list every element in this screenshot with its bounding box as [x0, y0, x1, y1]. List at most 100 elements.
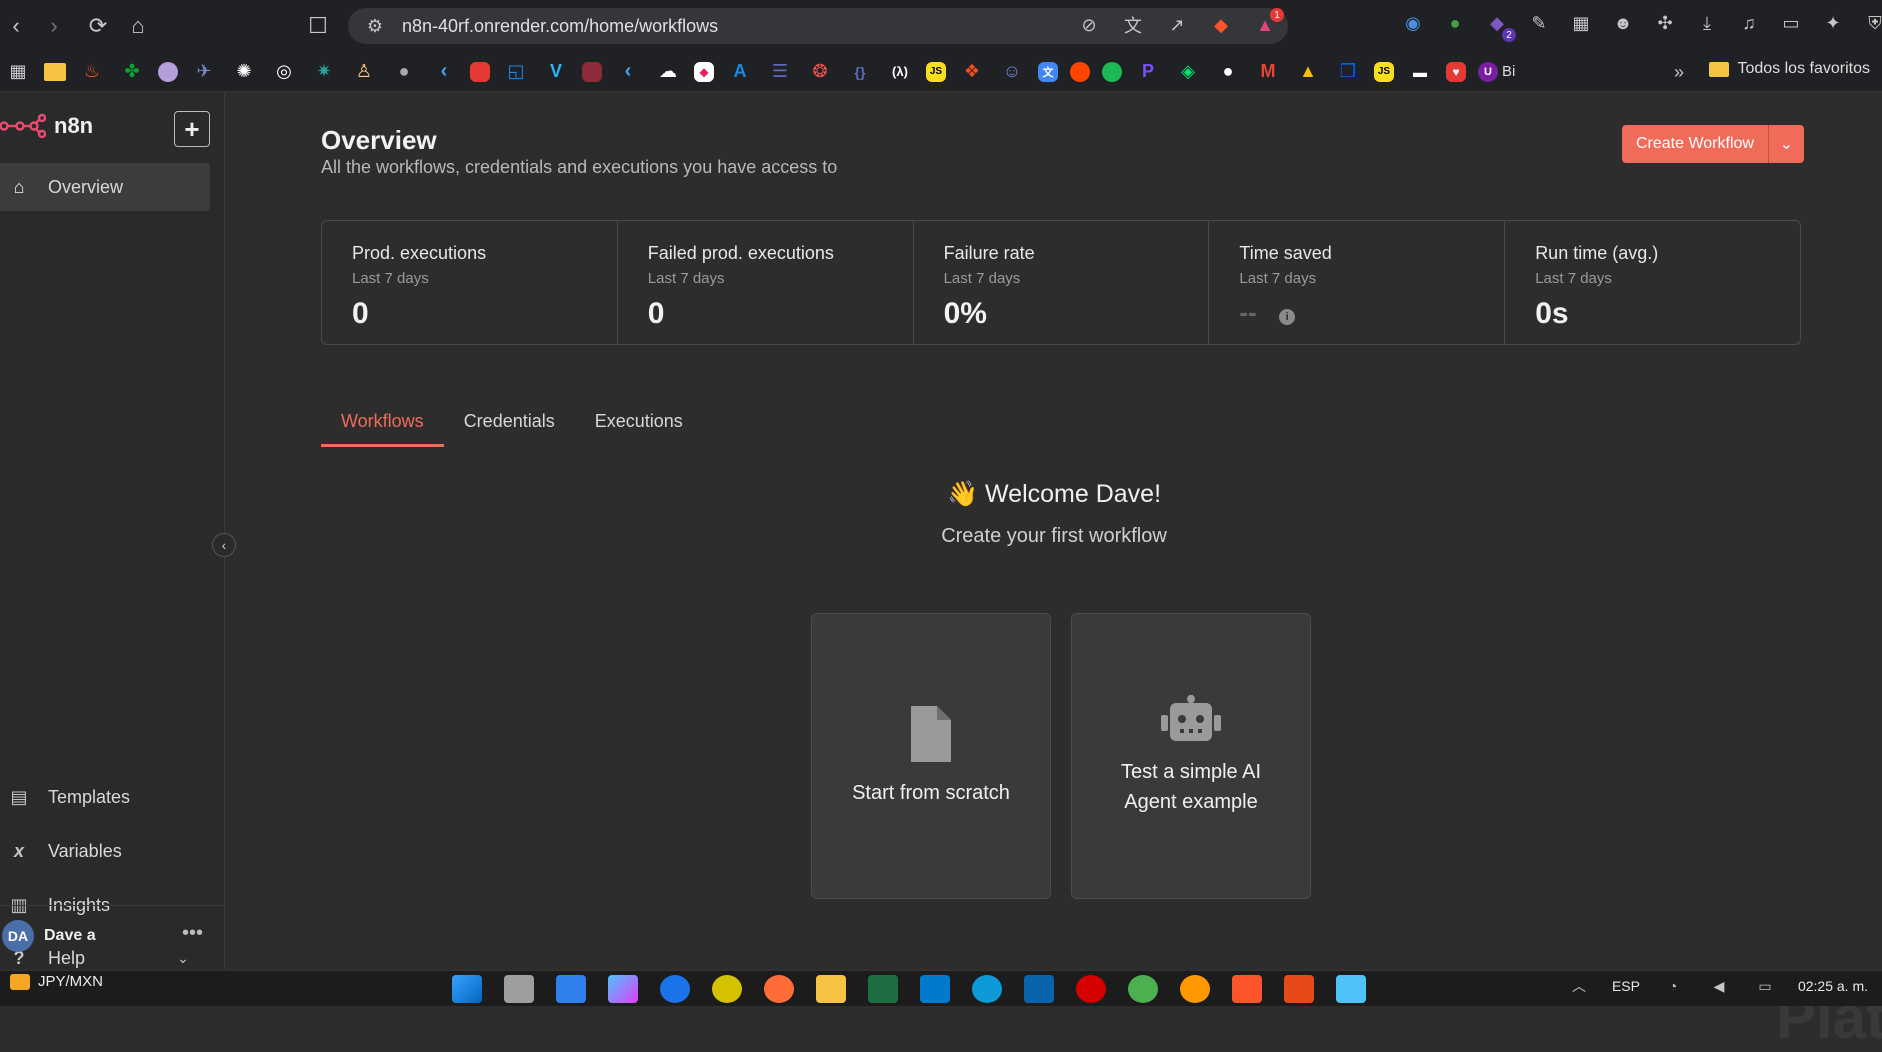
- add-button[interactable]: +: [174, 111, 210, 147]
- ai-agent-example-card[interactable]: Test a simple AI Agent example: [1071, 613, 1311, 899]
- apps-grid-icon[interactable]: ▦: [4, 58, 32, 86]
- bookmark-diamond-icon[interactable]: ◈: [1174, 58, 1202, 86]
- download-icon[interactable]: ⤓: [1694, 10, 1720, 36]
- wallet-icon[interactable]: ▭: [1778, 10, 1804, 36]
- bookmark-js-icon[interactable]: JS: [926, 61, 946, 82]
- bookmark-ring-icon[interactable]: ◎: [270, 58, 298, 86]
- stat-failed-executions[interactable]: Failed prod. executions Last 7 days 0: [618, 221, 914, 344]
- extension-image-icon[interactable]: ▦: [1568, 10, 1594, 36]
- bookmark-circle-icon[interactable]: [158, 61, 178, 82]
- n8n-logo[interactable]: n8n: [0, 113, 93, 139]
- brave-beta-icon[interactable]: [1284, 975, 1314, 1003]
- bookmark-p-icon[interactable]: P: [1134, 58, 1162, 86]
- vpn-icon[interactable]: ⛨: [1862, 10, 1882, 36]
- bookmark-reddit-icon[interactable]: [1070, 61, 1090, 82]
- brave-rewards-icon[interactable]: ▲ 1: [1252, 8, 1284, 38]
- bookmark-bird-icon[interactable]: ✈: [190, 58, 218, 86]
- excel-icon[interactable]: [868, 975, 898, 1003]
- password-manager-icon[interactable]: ◉: [1400, 10, 1426, 36]
- url-text[interactable]: n8n-40rf.onrender.com/home/workflows: [402, 16, 718, 37]
- vscode-icon[interactable]: [920, 975, 950, 1003]
- tab-credentials[interactable]: Credentials: [444, 411, 575, 447]
- battery-icon[interactable]: ▭: [1752, 973, 1778, 999]
- share-icon[interactable]: ↗: [1164, 12, 1190, 38]
- bookmark-teal-icon[interactable]: ✷: [310, 58, 338, 86]
- more-bookmarks-icon[interactable]: »: [1666, 59, 1692, 85]
- user-menu[interactable]: DA Dave a •••: [0, 905, 225, 965]
- bookmark-figma-icon[interactable]: ❖: [958, 58, 986, 86]
- bookmark-v-icon[interactable]: V: [542, 58, 570, 86]
- start-from-scratch-card[interactable]: Start from scratch: [811, 613, 1051, 899]
- chrome-icon[interactable]: [1128, 975, 1158, 1003]
- stat-run-time[interactable]: Run time (avg.) Last 7 days 0s: [1505, 221, 1800, 344]
- bookmark-azure-icon[interactable]: A: [726, 58, 754, 86]
- eyedropper-icon[interactable]: ✎: [1526, 10, 1552, 36]
- bookmark-bi-label[interactable]: Bi: [1502, 63, 1515, 80]
- bookmark-swirl-icon[interactable]: ❂: [806, 58, 834, 86]
- chatgpt-icon[interactable]: [712, 975, 742, 1003]
- bookmark-github-icon[interactable]: ●: [1214, 58, 1242, 86]
- bookmark-spotify-icon[interactable]: [1102, 61, 1122, 82]
- extension-green-icon[interactable]: ●: [1442, 10, 1468, 36]
- brave-icon[interactable]: [1232, 975, 1262, 1003]
- bookmark-discord-icon[interactable]: ☺: [998, 58, 1026, 86]
- site-settings-icon[interactable]: ⚙: [362, 13, 388, 39]
- brave-shield-icon[interactable]: ◆: [1208, 12, 1234, 38]
- bookmark-icon[interactable]: ☐: [302, 10, 334, 42]
- bookmark-js2-icon[interactable]: JS: [1374, 61, 1394, 82]
- bookmark-fire-icon[interactable]: ♨: [78, 58, 106, 86]
- back-icon[interactable]: ‹: [0, 10, 32, 42]
- bookmark-lambda-icon[interactable]: (λ): [886, 58, 914, 86]
- bookmark-figure-icon[interactable]: ♙: [350, 58, 378, 86]
- leo-ai-icon[interactable]: ✦: [1820, 10, 1846, 36]
- sidebar-item-variables[interactable]: x Variables: [0, 827, 210, 875]
- bookmark-apple-icon[interactable]: ●: [390, 58, 418, 86]
- onepassword-icon[interactable]: [660, 975, 690, 1003]
- bookmark-openai-icon[interactable]: ✺: [230, 58, 258, 86]
- file-explorer-icon[interactable]: [816, 975, 846, 1003]
- bookmark-dash-icon[interactable]: ▬: [1406, 58, 1434, 86]
- chevron-down-icon[interactable]: ⌄: [1767, 125, 1804, 163]
- more-options-icon[interactable]: •••: [182, 922, 203, 945]
- todo-icon[interactable]: [556, 975, 586, 1003]
- stat-prod-executions[interactable]: Prod. executions Last 7 days 0: [322, 221, 618, 344]
- tab-workflows[interactable]: Workflows: [321, 411, 444, 447]
- tab-executions[interactable]: Executions: [575, 411, 703, 447]
- no-tracking-icon[interactable]: ⊘: [1076, 12, 1102, 38]
- bookmark-list-icon[interactable]: ☰: [766, 58, 794, 86]
- all-bookmarks-folder[interactable]: Todos los favoritos: [1709, 60, 1870, 78]
- language-indicator[interactable]: ESP: [1612, 978, 1640, 994]
- sidebar-item-overview[interactable]: ⌂ Overview: [0, 163, 210, 211]
- bookmark-flutter-icon[interactable]: ‹: [430, 58, 458, 86]
- stat-failure-rate[interactable]: Failure rate Last 7 days 0%: [914, 221, 1210, 344]
- bookmark-cloud-icon[interactable]: ☁: [654, 58, 682, 86]
- puzzle-icon[interactable]: ✣: [1652, 10, 1678, 36]
- reload-icon[interactable]: ⟳: [82, 10, 114, 42]
- bookmark-evernote-icon[interactable]: ✤: [118, 58, 146, 86]
- bookmark-flutter2-icon[interactable]: ‹: [614, 58, 642, 86]
- opera-icon[interactable]: [1076, 975, 1106, 1003]
- address-bar[interactable]: ⚙ n8n-40rf.onrender.com/home/workflows ⊘…: [348, 8, 1288, 44]
- copilot-icon[interactable]: [608, 975, 638, 1003]
- bookmark-clickup-icon[interactable]: ◆: [694, 61, 714, 82]
- stat-time-saved[interactable]: Time saved Last 7 days -- i: [1209, 221, 1506, 344]
- chevron-up-icon[interactable]: ︿: [1566, 973, 1592, 999]
- bookmark-folder-icon[interactable]: [44, 62, 66, 81]
- bookmark-checker-icon[interactable]: [582, 61, 602, 82]
- outlook-icon[interactable]: [1024, 975, 1054, 1003]
- info-icon[interactable]: i: [1279, 308, 1296, 325]
- music-icon[interactable]: ♫: [1736, 10, 1762, 36]
- edge-icon[interactable]: [972, 975, 1002, 1003]
- extension-face-icon[interactable]: ☻: [1610, 10, 1636, 36]
- forward-icon[interactable]: ›: [38, 10, 70, 42]
- bookmark-red-icon[interactable]: [470, 61, 490, 82]
- bookmark-outlook-icon[interactable]: ◱: [502, 58, 530, 86]
- bookmark-dropbox-icon[interactable]: ❒: [1334, 58, 1362, 86]
- bookmark-translate-icon[interactable]: 文: [1038, 61, 1058, 82]
- clock[interactable]: 02:25 a. m.: [1798, 978, 1868, 994]
- extension-purple-icon[interactable]: ◆ 2: [1484, 10, 1516, 42]
- bookmark-heart-icon[interactable]: ♥: [1446, 61, 1466, 82]
- task-view-icon[interactable]: [504, 975, 534, 1003]
- create-workflow-button[interactable]: Create Workflow: [1622, 125, 1768, 163]
- postman-icon[interactable]: [764, 975, 794, 1003]
